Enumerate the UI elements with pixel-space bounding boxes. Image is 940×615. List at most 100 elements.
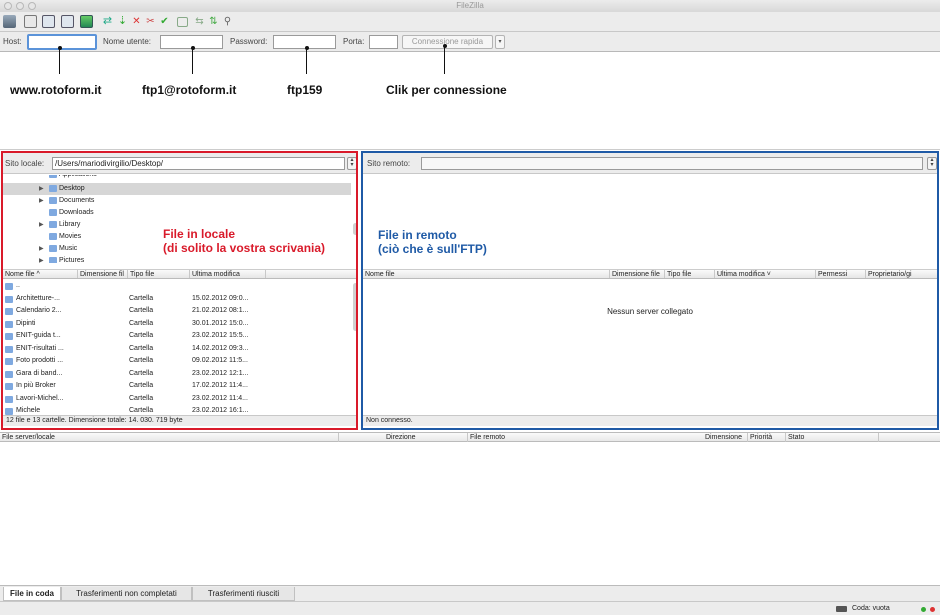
- tree-item[interactable]: Applications: [3, 175, 351, 181]
- file-row[interactable]: ENIT-risultati ... Cartella 14.02.2012 09:…: [3, 343, 351, 356]
- close-window-button[interactable]: [4, 2, 12, 10]
- tree-item-label: Library: [59, 221, 81, 228]
- remote-col-modified[interactable]: Ultima modifica ˅: [714, 270, 771, 278]
- expand-arrow-icon[interactable]: ▶: [39, 183, 49, 195]
- local-col-name[interactable]: Nome file ^: [3, 270, 40, 278]
- filter-icon[interactable]: [177, 17, 188, 27]
- folder-icon: [49, 196, 57, 204]
- refresh-icon[interactable]: ⇄: [101, 15, 114, 28]
- folder-icon: [5, 395, 13, 403]
- window-titlebar: FileZilla: [0, 0, 940, 12]
- host-field[interactable]: [27, 34, 97, 50]
- file-row[interactable]: ..: [3, 280, 351, 293]
- file-row[interactable]: Gara di band... Cartella 23.02.2012 12:1..…: [3, 368, 351, 381]
- host-label: Host:: [3, 37, 22, 46]
- queue-col-priority[interactable]: Priorità: [747, 433, 772, 442]
- status-bar: Coda: vuota: [0, 601, 940, 615]
- tab-successful-transfers[interactable]: Trasferimenti riusciti: [192, 587, 295, 601]
- file-row[interactable]: Architetture-... Cartella 15.02.2012 09:0.…: [3, 293, 351, 306]
- quickconnect-history-dropdown[interactable]: ▾: [495, 35, 505, 49]
- remote-col-type[interactable]: Tipo file: [664, 270, 691, 278]
- file-name: ENIT-risultati ...: [16, 344, 64, 352]
- compare-icon[interactable]: ⇆: [193, 15, 206, 28]
- file-row[interactable]: ENIT-guida t... Cartella 23.02.2012 15:5..…: [3, 330, 351, 343]
- tree-item[interactable]: ▶ Desktop: [3, 183, 351, 195]
- callout-line: [59, 48, 60, 74]
- toggle-tree-local-icon[interactable]: [42, 15, 55, 28]
- search-icon[interactable]: ⚲: [221, 15, 234, 28]
- tab-queued-files[interactable]: File in coda: [3, 587, 61, 601]
- callout-user: ftp1@rotoform.it: [142, 83, 237, 97]
- remote-col-size[interactable]: Dimensione file: [609, 270, 660, 278]
- folder-icon: [5, 358, 13, 365]
- queue-col-direction[interactable]: Direzione: [384, 433, 416, 442]
- remote-col-permissions[interactable]: Permessi: [815, 270, 847, 278]
- site-manager-icon[interactable]: [3, 15, 16, 28]
- queue-status: Coda: vuota: [852, 605, 890, 612]
- queue-tabbar: File in coda Trasferimenti non completat…: [0, 585, 940, 601]
- file-row[interactable]: Foto prodotti ... Cartella 09.02.2012 11:5…: [3, 355, 351, 368]
- tree-item-label: Pictures: [59, 257, 85, 263]
- expand-arrow-icon[interactable]: ▶: [39, 255, 49, 263]
- reconnect-icon[interactable]: ✔: [158, 15, 171, 28]
- local-site-label: Sito locale:: [5, 159, 45, 168]
- cancel-icon[interactable]: ✕: [130, 15, 143, 28]
- file-name: Foto prodotti ...: [16, 357, 64, 364]
- local-path-dropdown[interactable]: ▴ ▾: [347, 157, 356, 170]
- file-modified: 15.02.2012 09:0...: [192, 294, 249, 302]
- file-row[interactable]: In più Broker Cartella 17.02.2012 11:4...: [3, 380, 351, 393]
- tree-item-label: Desktop: [59, 185, 85, 192]
- tree-item-label: Movies: [59, 233, 82, 240]
- folder-icon: [49, 208, 57, 216]
- queue-col-local[interactable]: File server/locale: [0, 433, 55, 442]
- toggle-log-icon[interactable]: [24, 15, 37, 28]
- file-row[interactable]: Lavori-Michel... Cartella 23.02.2012 11:4.…: [3, 393, 351, 406]
- tree-item[interactable]: ▶ Pictures: [3, 255, 351, 263]
- minimize-window-button[interactable]: [16, 2, 24, 10]
- process-queue-icon[interactable]: ⇣: [116, 15, 129, 28]
- file-row[interactable]: Calendario 2... Cartella 21.02.2012 08:1..…: [3, 305, 351, 318]
- zoom-window-button[interactable]: [28, 2, 36, 10]
- transfer-indicator-icon: [921, 607, 926, 612]
- local-path-field[interactable]: /Users/mariodivirgilio/Desktop/: [52, 157, 345, 170]
- file-row[interactable]: Dipinti Cartella 30.01.2012 15:0...: [3, 318, 351, 331]
- remote-path-field[interactable]: [421, 157, 923, 170]
- queue-col-size[interactable]: Dimensione: [703, 433, 742, 442]
- toggle-queue-icon[interactable]: [80, 15, 93, 28]
- tab-failed-transfers[interactable]: Trasferimenti non completati: [61, 587, 192, 601]
- port-field[interactable]: [369, 35, 398, 49]
- queue-col-status[interactable]: Stato: [785, 433, 804, 442]
- local-col-modified[interactable]: Ultima modifica: [189, 270, 240, 278]
- file-type: Cartella: [129, 332, 154, 339]
- local-status: 12 file e 13 cartelle. Dimensione totale…: [3, 415, 356, 426]
- local-col-type[interactable]: Tipo file: [127, 270, 154, 278]
- expand-arrow-icon[interactable]: ▶: [39, 219, 49, 231]
- port-label: Porta:: [343, 37, 365, 46]
- folder-icon: [5, 308, 13, 315]
- file-modified: 14.02.2012 09:3...: [192, 344, 249, 352]
- queue-col-remote[interactable]: File remoto: [467, 433, 505, 442]
- local-list-scrollbar[interactable]: [353, 283, 356, 331]
- callout-host: www.rotoform.it: [10, 83, 102, 97]
- folder-icon: [5, 333, 13, 340]
- toggle-tree-remote-icon[interactable]: [61, 15, 74, 28]
- tree-item[interactable]: Downloads: [3, 207, 351, 219]
- queue-header: File server/locale Direzione File remoto…: [0, 432, 940, 442]
- local-file-list-header: Nome file ^ Dimensione fil Tipo file Ult…: [3, 269, 356, 279]
- local-col-size[interactable]: Dimensione fil: [77, 270, 124, 278]
- remote-col-name[interactable]: Nome file: [363, 270, 395, 278]
- file-type: Cartella: [129, 294, 154, 302]
- tree-item-label: Documents: [59, 197, 95, 204]
- disconnect-icon[interactable]: ✂: [144, 15, 157, 28]
- local-tree-scrollbar[interactable]: [353, 223, 356, 235]
- expand-arrow-icon[interactable]: ▶: [39, 195, 49, 207]
- expand-arrow-icon[interactable]: ▶: [39, 243, 49, 255]
- password-label: Password:: [230, 37, 268, 46]
- callout-line: [192, 48, 193, 74]
- sync-browse-icon[interactable]: ⇅: [207, 15, 220, 28]
- tree-item-label: Music: [59, 245, 78, 252]
- remote-col-owner[interactable]: Proprietario/gi: [865, 270, 912, 278]
- tree-item[interactable]: ▶ Documents: [3, 195, 351, 207]
- remote-path-dropdown[interactable]: ▴ ▾: [927, 157, 937, 170]
- quickconnect-button[interactable]: Connessione rapida: [402, 35, 493, 49]
